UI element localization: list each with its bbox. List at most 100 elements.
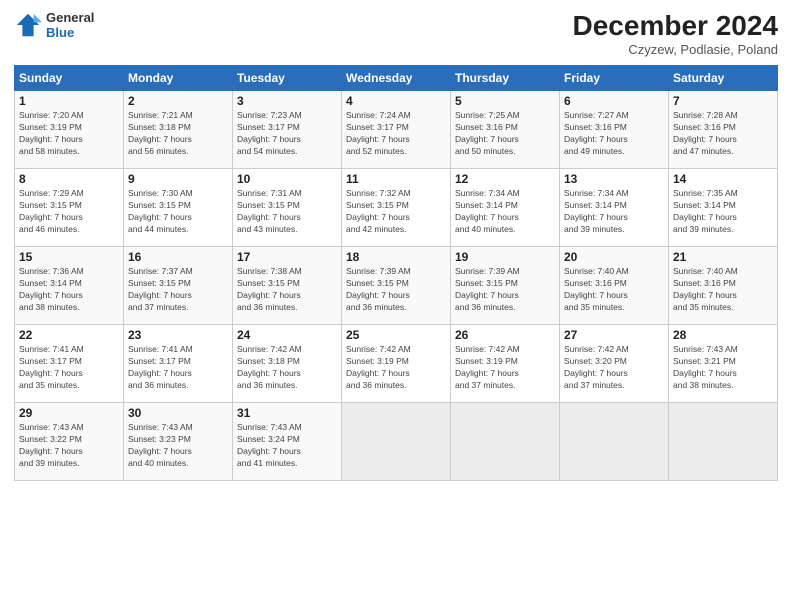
table-row: 22Sunrise: 7:41 AM Sunset: 3:17 PM Dayli… — [15, 325, 124, 403]
table-row: 12Sunrise: 7:34 AM Sunset: 3:14 PM Dayli… — [451, 169, 560, 247]
day-number: 7 — [673, 94, 773, 108]
table-row — [560, 403, 669, 481]
calendar-week-row: 15 Sunrise: 7:36 AM Sunset: 3:14 PM Dayli… — [15, 247, 778, 325]
table-row: 27Sunrise: 7:42 AM Sunset: 3:20 PM Dayli… — [560, 325, 669, 403]
day-detail: Sunrise: 7:42 AM Sunset: 3:19 PM Dayligh… — [346, 344, 446, 392]
table-row: 2Sunrise: 7:21 AM Sunset: 3:18 PM Daylig… — [124, 91, 233, 169]
day-number: 23 — [128, 328, 228, 342]
day-detail: Sunrise: 7:36 AM Sunset: 3:14 PM Dayligh… — [19, 266, 119, 314]
calendar-week-row: 1 Sunrise: 7:20 AM Sunset: 3:19 PM Daylig… — [15, 91, 778, 169]
day-number: 14 — [673, 172, 773, 186]
day-detail: Sunrise: 7:41 AM Sunset: 3:17 PM Dayligh… — [19, 344, 119, 392]
table-row: 23 Sunrise: 7:41 AM Sunset: 3:17 PM Dayli… — [124, 325, 233, 403]
day-number: 11 — [346, 172, 446, 186]
table-row: 18Sunrise: 7:39 AM Sunset: 3:15 PM Dayli… — [342, 247, 451, 325]
table-row: 21 Sunrise: 7:40 AM Sunset: 3:16 PM Dayli… — [669, 247, 778, 325]
calendar-subtitle: Czyzew, Podlasie, Poland — [573, 42, 778, 57]
table-row: 6Sunrise: 7:27 AM Sunset: 3:16 PM Daylig… — [560, 91, 669, 169]
day-detail: Sunrise: 7:43 AM Sunset: 3:24 PM Dayligh… — [237, 422, 337, 470]
day-number: 1 — [19, 94, 119, 108]
table-row: 17 Sunrise: 7:38 AM Sunset: 3:15 PM Dayli… — [233, 247, 342, 325]
day-number: 29 — [19, 406, 119, 420]
title-block: December 2024 Czyzew, Podlasie, Poland — [573, 10, 778, 57]
day-detail: Sunrise: 7:29 AM Sunset: 3:15 PM Dayligh… — [19, 188, 119, 236]
day-detail: Sunrise: 7:40 AM Sunset: 3:16 PM Dayligh… — [673, 266, 773, 314]
table-row: 9 Sunrise: 7:30 AM Sunset: 3:15 PM Daylig… — [124, 169, 233, 247]
day-detail: Sunrise: 7:31 AM Sunset: 3:15 PM Dayligh… — [237, 188, 337, 236]
day-number: 9 — [128, 172, 228, 186]
day-detail: Sunrise: 7:43 AM Sunset: 3:21 PM Dayligh… — [673, 344, 773, 392]
table-row: 29 Sunrise: 7:43 AM Sunset: 3:22 PM Dayli… — [15, 403, 124, 481]
table-row: 1 Sunrise: 7:20 AM Sunset: 3:19 PM Daylig… — [15, 91, 124, 169]
day-detail: Sunrise: 7:34 AM Sunset: 3:14 PM Dayligh… — [455, 188, 555, 236]
day-detail: Sunrise: 7:43 AM Sunset: 3:22 PM Dayligh… — [19, 422, 119, 470]
day-detail: Sunrise: 7:25 AM Sunset: 3:16 PM Dayligh… — [455, 110, 555, 158]
col-sunday: Sunday — [15, 66, 124, 91]
day-detail: Sunrise: 7:37 AM Sunset: 3:15 PM Dayligh… — [128, 266, 228, 314]
table-row: 24 Sunrise: 7:42 AM Sunset: 3:18 PM Dayli… — [233, 325, 342, 403]
day-detail: Sunrise: 7:20 AM Sunset: 3:19 PM Dayligh… — [19, 110, 119, 158]
day-number: 3 — [237, 94, 337, 108]
day-number: 17 — [237, 250, 337, 264]
day-detail: Sunrise: 7:24 AM Sunset: 3:17 PM Dayligh… — [346, 110, 446, 158]
day-detail: Sunrise: 7:39 AM Sunset: 3:15 PM Dayligh… — [346, 266, 446, 314]
day-detail: Sunrise: 7:38 AM Sunset: 3:15 PM Dayligh… — [237, 266, 337, 314]
day-detail: Sunrise: 7:42 AM Sunset: 3:18 PM Dayligh… — [237, 344, 337, 392]
logo-icon — [14, 11, 42, 39]
page-container: General Blue December 2024 Czyzew, Podla… — [0, 0, 792, 612]
calendar-header-row: Sunday Monday Tuesday Wednesday Thursday… — [15, 66, 778, 91]
table-row — [669, 403, 778, 481]
table-row: 7 Sunrise: 7:28 AM Sunset: 3:16 PM Daylig… — [669, 91, 778, 169]
table-row — [451, 403, 560, 481]
day-detail: Sunrise: 7:30 AM Sunset: 3:15 PM Dayligh… — [128, 188, 228, 236]
day-number: 21 — [673, 250, 773, 264]
day-detail: Sunrise: 7:42 AM Sunset: 3:20 PM Dayligh… — [564, 344, 664, 392]
day-detail: Sunrise: 7:41 AM Sunset: 3:17 PM Dayligh… — [128, 344, 228, 392]
day-number: 25 — [346, 328, 446, 342]
day-number: 5 — [455, 94, 555, 108]
day-number: 19 — [455, 250, 555, 264]
table-row: 15 Sunrise: 7:36 AM Sunset: 3:14 PM Dayli… — [15, 247, 124, 325]
table-row: 14 Sunrise: 7:35 AM Sunset: 3:14 PM Dayli… — [669, 169, 778, 247]
col-tuesday: Tuesday — [233, 66, 342, 91]
table-row: 11 Sunrise: 7:32 AM Sunset: 3:15 PM Dayli… — [342, 169, 451, 247]
table-row: 25 Sunrise: 7:42 AM Sunset: 3:19 PM Dayli… — [342, 325, 451, 403]
logo-text: General Blue — [46, 10, 94, 40]
table-row: 16 Sunrise: 7:37 AM Sunset: 3:15 PM Dayli… — [124, 247, 233, 325]
day-detail: Sunrise: 7:35 AM Sunset: 3:14 PM Dayligh… — [673, 188, 773, 236]
col-wednesday: Wednesday — [342, 66, 451, 91]
day-detail: Sunrise: 7:28 AM Sunset: 3:16 PM Dayligh… — [673, 110, 773, 158]
calendar-week-row: 22Sunrise: 7:41 AM Sunset: 3:17 PM Dayli… — [15, 325, 778, 403]
page-header: General Blue December 2024 Czyzew, Podla… — [14, 10, 778, 57]
day-number: 13 — [564, 172, 664, 186]
day-number: 4 — [346, 94, 446, 108]
day-detail: Sunrise: 7:23 AM Sunset: 3:17 PM Dayligh… — [237, 110, 337, 158]
table-row: 31Sunrise: 7:43 AM Sunset: 3:24 PM Dayli… — [233, 403, 342, 481]
day-detail: Sunrise: 7:39 AM Sunset: 3:15 PM Dayligh… — [455, 266, 555, 314]
table-row: 26Sunrise: 7:42 AM Sunset: 3:19 PM Dayli… — [451, 325, 560, 403]
calendar-table: Sunday Monday Tuesday Wednesday Thursday… — [14, 65, 778, 481]
table-row: 3 Sunrise: 7:23 AM Sunset: 3:17 PM Daylig… — [233, 91, 342, 169]
day-detail: Sunrise: 7:43 AM Sunset: 3:23 PM Dayligh… — [128, 422, 228, 470]
day-number: 16 — [128, 250, 228, 264]
day-detail: Sunrise: 7:32 AM Sunset: 3:15 PM Dayligh… — [346, 188, 446, 236]
day-detail: Sunrise: 7:21 AM Sunset: 3:18 PM Dayligh… — [128, 110, 228, 158]
table-row: 4 Sunrise: 7:24 AM Sunset: 3:17 PM Daylig… — [342, 91, 451, 169]
day-detail: Sunrise: 7:42 AM Sunset: 3:19 PM Dayligh… — [455, 344, 555, 392]
table-row: 20Sunrise: 7:40 AM Sunset: 3:16 PM Dayli… — [560, 247, 669, 325]
day-number: 15 — [19, 250, 119, 264]
table-row: 8Sunrise: 7:29 AM Sunset: 3:15 PM Daylig… — [15, 169, 124, 247]
table-row — [342, 403, 451, 481]
calendar-week-row: 29 Sunrise: 7:43 AM Sunset: 3:22 PM Dayli… — [15, 403, 778, 481]
table-row: 10Sunrise: 7:31 AM Sunset: 3:15 PM Dayli… — [233, 169, 342, 247]
logo: General Blue — [14, 10, 94, 40]
col-saturday: Saturday — [669, 66, 778, 91]
day-detail: Sunrise: 7:27 AM Sunset: 3:16 PM Dayligh… — [564, 110, 664, 158]
col-friday: Friday — [560, 66, 669, 91]
table-row: 28Sunrise: 7:43 AM Sunset: 3:21 PM Dayli… — [669, 325, 778, 403]
table-row: 19 Sunrise: 7:39 AM Sunset: 3:15 PM Dayli… — [451, 247, 560, 325]
day-number: 20 — [564, 250, 664, 264]
col-monday: Monday — [124, 66, 233, 91]
calendar-title: December 2024 — [573, 10, 778, 42]
day-number: 24 — [237, 328, 337, 342]
